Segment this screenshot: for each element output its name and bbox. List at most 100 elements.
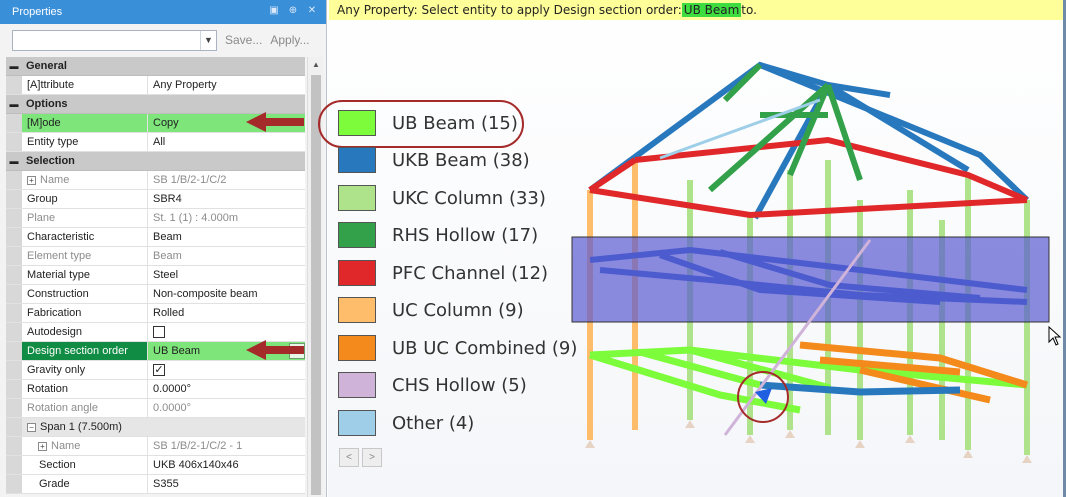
legend-label: UB UC Combined (9) (392, 337, 578, 359)
row-material-type[interactable]: Material type Steel (6, 266, 305, 285)
category-selection[interactable]: ▬ Selection (6, 152, 305, 171)
legend-next-button[interactable]: > (362, 448, 382, 467)
row-rotation[interactable]: Rotation 0.0000° (6, 380, 305, 399)
legend-item[interactable]: UC Column (9) (338, 297, 524, 323)
expand-icon[interactable]: + (27, 175, 36, 185)
property-name: Group (22, 190, 148, 208)
property-value[interactable]: Any Property (148, 76, 305, 94)
legend-item[interactable]: Other (4) (338, 410, 474, 436)
property-value: Beam (153, 250, 182, 262)
row-grade[interactable]: Grade S355 (6, 475, 305, 494)
expand-icon[interactable]: + (38, 441, 47, 451)
property-name: Grade (22, 475, 148, 493)
property-value: SB 1/B/2-1/C/2 - 1 (153, 440, 243, 452)
legend-label: UC Column (9) (392, 299, 524, 321)
row-section[interactable]: Section UKB 406x140x46 (6, 456, 305, 475)
property-name: Entity type (22, 133, 148, 151)
category-label: General (26, 60, 67, 72)
row-span-name[interactable]: + Name SB 1/B/2-1/C/2 - 1 (6, 437, 305, 456)
scroll-up-icon[interactable]: ▲ (308, 57, 324, 73)
properties-title: Properties (12, 6, 63, 18)
row-element-type[interactable]: Element type Beam (6, 247, 305, 266)
legend-swatch (338, 410, 376, 436)
property-name: Material type (22, 266, 148, 284)
property-value[interactable]: Rolled (148, 304, 305, 322)
chevron-down-icon[interactable]: ▼ (200, 30, 216, 50)
legend-item[interactable]: PFC Channel (12) (338, 260, 548, 286)
property-value[interactable]: SBR4 (148, 190, 305, 208)
legend-swatch (338, 222, 376, 248)
restore-icon[interactable]: ▣ (268, 5, 280, 17)
property-name: Fabrication (22, 304, 148, 322)
row-fabrication[interactable]: Fabrication Rolled (6, 304, 305, 323)
property-value[interactable]: UKB 406x140x46 (148, 456, 305, 474)
apply-button[interactable]: Apply... (270, 33, 309, 47)
row-gravity-only[interactable]: Gravity only ✓ (6, 361, 305, 380)
autodesign-checkbox[interactable] (153, 326, 165, 338)
row-construction[interactable]: Construction Non-composite beam (6, 285, 305, 304)
row-group[interactable]: Group SBR4 (6, 190, 305, 209)
property-name: Autodesign (22, 323, 148, 341)
legend-item[interactable]: UB Beam (15) (338, 110, 518, 136)
property-name: Design section order (22, 342, 148, 360)
legend-item[interactable]: CHS Hollow (5) (338, 372, 527, 398)
gravity-only-checkbox[interactable]: ✓ (153, 364, 165, 376)
legend-swatch (338, 297, 376, 323)
save-button[interactable]: Save... (225, 33, 262, 47)
legend-item[interactable]: RHS Hollow (17) (338, 222, 538, 248)
property-name: Name (40, 174, 70, 186)
legend-label: PFC Channel (12) (392, 262, 549, 284)
property-value[interactable]: S355 (148, 475, 305, 493)
legend-item[interactable]: UB UC Combined (9) (338, 335, 577, 361)
row-rotation-angle[interactable]: Rotation angle 0.0000° (6, 399, 305, 418)
row-attribute[interactable]: [A]ttribute Any Property (6, 76, 305, 95)
collapse-icon[interactable]: ▬ (6, 152, 22, 170)
legend-swatch (338, 335, 376, 361)
legend-label: UB Beam (15) (392, 112, 518, 134)
property-value[interactable]: Steel (148, 266, 305, 284)
scroll-thumb[interactable] (311, 75, 321, 495)
legend-item[interactable]: UKB Beam (38) (338, 147, 530, 173)
category-label: Options (26, 98, 68, 110)
close-icon[interactable]: ✕ (306, 5, 318, 17)
mouse-cursor-icon (1048, 326, 1062, 346)
property-name: [A]ttribute (22, 76, 148, 94)
legend-swatch (338, 372, 376, 398)
structure-model[interactable] (560, 40, 1060, 480)
property-name: Plane (22, 209, 148, 227)
design-section-order-select[interactable]: UB Beam (153, 345, 200, 357)
row-characteristic[interactable]: Characteristic Beam (6, 228, 305, 247)
legend-label: UKB Beam (38) (392, 149, 530, 171)
category-general[interactable]: ▬ General (6, 57, 305, 76)
properties-title-bar: Properties ▣ ⊕ ✕ (0, 0, 326, 24)
property-value: St. 1 (1) : 4.000m (153, 212, 238, 224)
property-name: Name (51, 440, 81, 452)
collapse-icon[interactable]: − (27, 422, 36, 432)
property-name: Rotation (22, 380, 148, 398)
property-value[interactable]: 0.0000° (148, 380, 305, 398)
row-entity-type[interactable]: Entity type All (6, 133, 305, 152)
legend-swatch (338, 147, 376, 173)
legend-swatch (338, 185, 376, 211)
row-name[interactable]: + Name SB 1/B/2-1/C/2 (6, 171, 305, 190)
selection-box (571, 236, 1050, 323)
property-name: Section (22, 456, 148, 474)
prompt-prefix: Any Property: Select entity to apply Des… (337, 3, 682, 17)
category-label: Selection (26, 155, 75, 167)
annotation-arrow-icon (246, 340, 304, 360)
property-value[interactable]: All (148, 133, 305, 151)
property-value[interactable]: Non-composite beam (148, 285, 305, 303)
property-name: [M]ode (22, 114, 148, 132)
property-value: 0.0000° (153, 402, 192, 414)
legend-label: Other (4) (392, 412, 475, 434)
row-span-1[interactable]: − Span 1 (7.500m) (6, 418, 305, 437)
property-name: Gravity only (22, 361, 148, 379)
row-plane[interactable]: Plane St. 1 (1) : 4.000m (6, 209, 305, 228)
legend-item[interactable]: UKC Column (33) (338, 185, 546, 211)
pin-icon[interactable]: ⊕ (287, 5, 299, 17)
entity-combo[interactable]: ▼ (12, 29, 217, 51)
property-value[interactable]: Beam (148, 228, 305, 246)
legend-prev-button[interactable]: < (339, 448, 359, 467)
collapse-icon[interactable]: ▬ (6, 95, 22, 113)
collapse-icon[interactable]: ▬ (6, 57, 22, 75)
